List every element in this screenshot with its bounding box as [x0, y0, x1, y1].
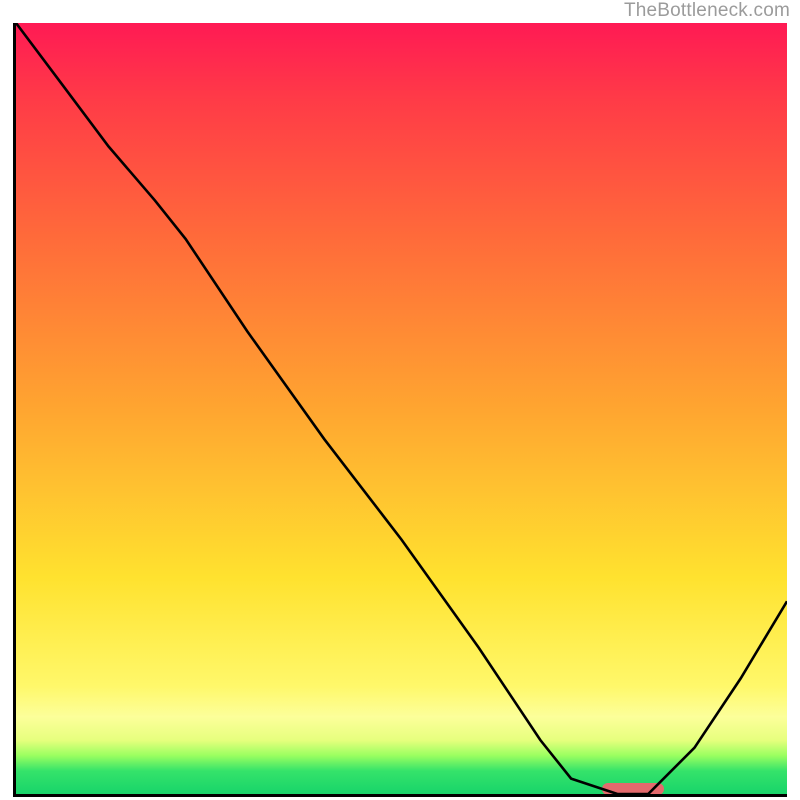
chart-plot-area: [13, 23, 787, 797]
bottleneck-curve-line: [16, 23, 787, 794]
watermark-text: TheBottleneck.com: [624, 0, 790, 22]
